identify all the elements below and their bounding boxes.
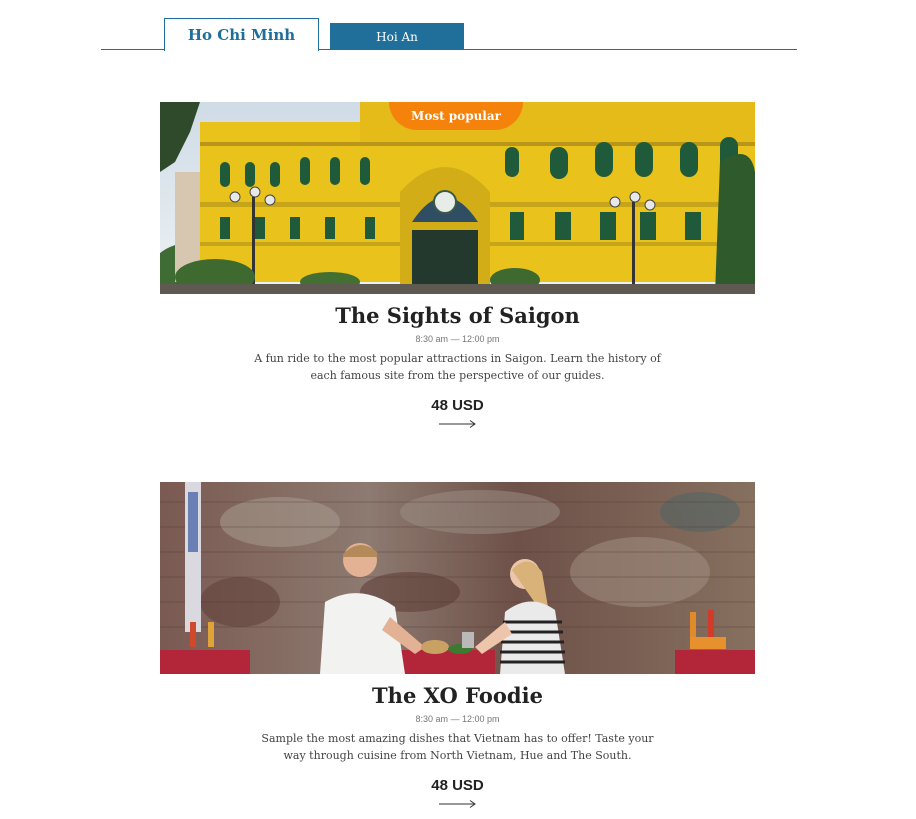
arrow-right-icon[interactable] [438,419,477,429]
tab-hoi-an[interactable]: Hoi An [330,23,464,50]
tour-description: A fun ride to the most popular attractio… [254,352,661,382]
tour-image-saigon-post-office[interactable] [160,102,755,294]
tour-card-sights-of-saigon: The Sights of Saigon 8:30 am — 12:00 pm … [160,102,755,429]
most-popular-badge: Most popular [389,102,523,130]
tour-time: 8:30 am — 12:00 pm [415,334,500,344]
tour-title[interactable]: The XO Foodie [160,682,755,710]
tour-price: 48 USD [431,397,484,414]
tour-card-xo-foodie: The XO Foodie 8:30 am — 12:00 pm Sample … [160,482,755,809]
tour-image-street-food[interactable] [160,482,755,674]
tour-time: 8:30 am — 12:00 pm [415,714,500,724]
tour-description: Sample the most amazing dishes that Viet… [261,732,654,762]
post-office-illustration [160,102,755,294]
tab-ho-chi-minh[interactable]: Ho Chi Minh [164,18,319,51]
street-food-illustration [160,482,755,674]
tour-title[interactable]: The Sights of Saigon [160,302,755,330]
tour-price: 48 USD [431,777,484,794]
arrow-right-icon[interactable] [438,799,477,809]
